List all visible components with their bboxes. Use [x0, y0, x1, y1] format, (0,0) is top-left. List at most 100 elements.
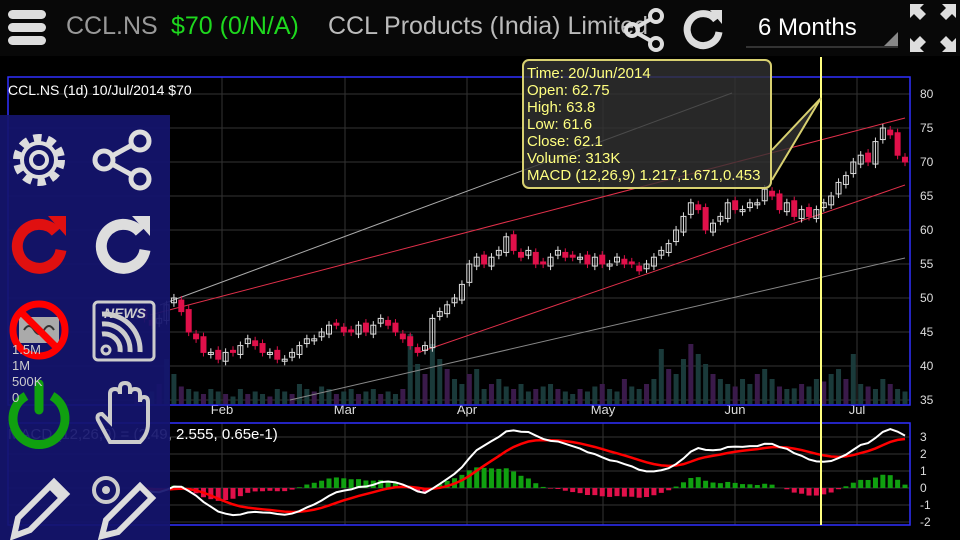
chart-title: CCL.NS (1d) 10/Jul/2014 $70 — [8, 82, 192, 98]
macd-histogram-bar — [511, 471, 517, 488]
macd-histogram-bar — [282, 488, 288, 492]
macd-histogram-bar — [806, 488, 812, 496]
volume-bar — [488, 384, 494, 404]
macd-histogram-bar — [584, 488, 590, 496]
macd-histogram-bar — [592, 488, 598, 496]
volume-bar — [466, 374, 472, 404]
price-tick: 80 — [920, 87, 934, 101]
refresh-red-icon[interactable] — [4, 210, 74, 280]
volume-bar — [629, 386, 635, 404]
period-dropdown[interactable]: 6 Months — [746, 8, 898, 48]
volume-bar — [503, 386, 509, 404]
macd-histogram-bar — [260, 488, 266, 492]
price-tick: 40 — [920, 359, 934, 373]
candle — [274, 349, 281, 360]
candle — [887, 129, 894, 136]
volume-bar — [607, 389, 613, 404]
volume-bar — [806, 386, 812, 404]
macd-histogram-bar — [813, 488, 819, 496]
candle — [385, 319, 392, 326]
price-tick: 50 — [920, 291, 934, 305]
volume-bar — [429, 344, 435, 404]
volume-bar — [200, 394, 206, 404]
dropdown-arrow-icon — [884, 32, 898, 46]
volume-bar — [614, 391, 620, 404]
candle — [569, 254, 576, 258]
volume-bar — [740, 379, 746, 404]
macd-histogram-bar — [525, 478, 531, 488]
volume-bar — [444, 369, 450, 404]
volume-bar — [400, 389, 406, 404]
share-icon[interactable] — [622, 8, 666, 52]
macd-histogram-bar — [762, 483, 768, 488]
volume-bar — [717, 379, 723, 404]
candle — [902, 156, 908, 163]
symbol-label: CCL.NS — [66, 12, 158, 40]
macd-histogram-bar — [872, 477, 878, 488]
candle — [621, 258, 628, 265]
candle — [894, 132, 901, 156]
macd-histogram-bar — [784, 488, 790, 490]
volume-bar — [754, 374, 760, 404]
volume-bar — [459, 384, 465, 404]
macd-histogram-bar — [341, 478, 347, 488]
candle — [518, 251, 524, 258]
pencil-icon[interactable] — [4, 470, 74, 540]
price-tick: 65 — [920, 189, 934, 203]
macd-tick: -1 — [920, 498, 931, 512]
data-tooltip: Time: 20/Jun/2014 Open: 62.75 High: 63.8… — [522, 59, 772, 189]
macd-histogram-bar — [858, 479, 864, 488]
macd-histogram-bar — [223, 488, 229, 501]
volume-bar — [208, 389, 214, 404]
volume-bar — [592, 386, 598, 404]
volume-bar — [562, 391, 568, 404]
macd-histogram-bar — [481, 467, 487, 488]
candle — [636, 265, 643, 272]
volume-bar — [540, 386, 546, 404]
share-icon[interactable] — [88, 125, 158, 195]
macd-histogram-bar — [466, 470, 472, 488]
volume-bar — [518, 384, 524, 404]
tooltip-close: Close: 62.1 — [527, 133, 603, 150]
volume-bar — [666, 369, 672, 404]
tooltip-open: Open: 62.75 — [527, 82, 610, 99]
fullscreen-icon[interactable] — [910, 4, 956, 52]
volume-bar — [555, 389, 561, 404]
news-icon[interactable]: NEWS — [90, 298, 160, 368]
macd-histogram-bar — [245, 488, 251, 493]
volume-bar — [223, 394, 229, 404]
macd-histogram-bar — [747, 484, 753, 488]
refresh-icon[interactable] — [88, 210, 158, 280]
volume-bar — [880, 379, 886, 404]
volume-bar — [274, 389, 280, 404]
macd-histogram-bar — [850, 482, 856, 488]
volume-bar — [474, 369, 480, 404]
tool-panel: NEWS — [0, 115, 170, 540]
macd-histogram-bar — [289, 488, 295, 490]
macd-histogram-bar — [688, 478, 694, 488]
candle — [732, 200, 739, 211]
macd-histogram-bar — [644, 488, 650, 497]
macd-histogram-bar — [614, 488, 620, 497]
candle — [252, 340, 259, 347]
candle — [230, 349, 236, 353]
macd-histogram-bar — [651, 488, 657, 496]
volume-bar — [348, 389, 354, 404]
menu-icon[interactable] — [8, 10, 46, 49]
volume-bar — [688, 344, 694, 404]
macd-histogram-bar — [666, 488, 672, 491]
volume-bar — [821, 381, 827, 404]
volume-bar — [895, 389, 901, 404]
candle — [776, 193, 783, 211]
hand-icon[interactable] — [90, 380, 160, 450]
candle — [769, 190, 776, 197]
volume-bar — [658, 349, 664, 404]
macd-histogram-bar — [754, 484, 760, 488]
settings-icon[interactable] — [4, 125, 74, 195]
refresh-icon[interactable] — [680, 6, 726, 52]
candle — [481, 254, 488, 265]
volume-label: 1.5M — [12, 342, 41, 357]
candle — [348, 329, 355, 333]
candle — [392, 322, 399, 333]
pencil-gear-icon[interactable] — [90, 470, 160, 540]
